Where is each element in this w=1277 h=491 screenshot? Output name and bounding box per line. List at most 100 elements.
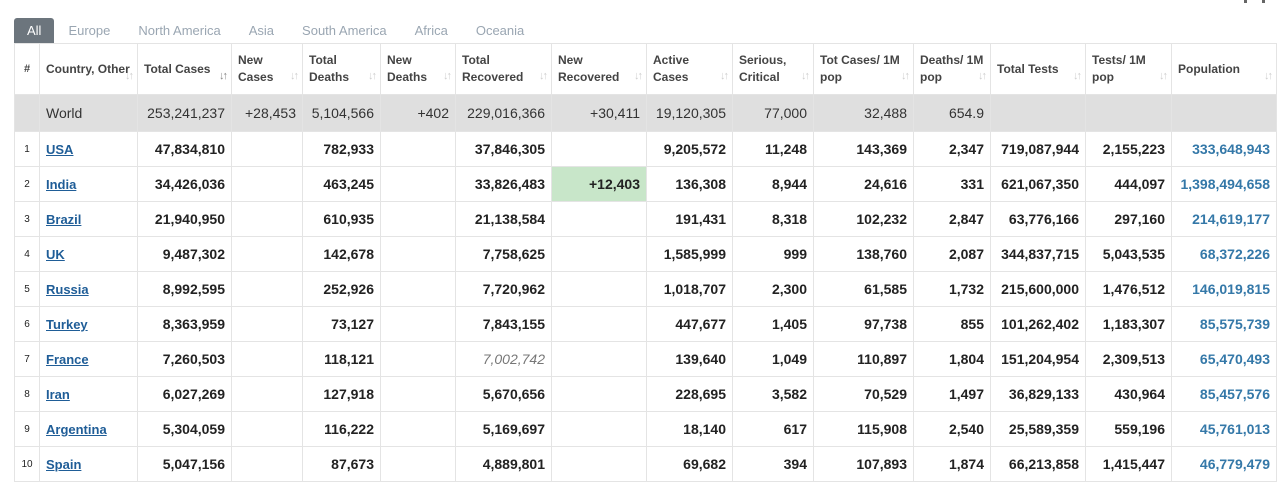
sort-icon[interactable]: ↓↑: [539, 68, 548, 85]
cell-deaths-per-1m: 2,847: [913, 201, 991, 237]
cell-country: Argentina: [39, 411, 138, 447]
column-header-population[interactable]: Population ↓↑: [1171, 43, 1277, 95]
country-link[interactable]: USA: [46, 142, 73, 157]
country-link[interactable]: UK: [46, 247, 65, 262]
column-header-total-deaths[interactable]: Total Deaths ↓↑: [302, 43, 381, 95]
sort-icon[interactable]: ↓↑: [125, 68, 134, 85]
country-link[interactable]: Brazil: [46, 212, 81, 227]
cell-population: 65,470,493: [1171, 341, 1277, 377]
cell-tests-per-1m: 2,155,223: [1085, 131, 1172, 167]
tab-all[interactable]: All: [14, 18, 55, 44]
cell-new-deaths: [380, 271, 456, 307]
cell-total-tests: 215,600,000: [990, 271, 1086, 307]
column-header-new-cases[interactable]: New Cases ↓↑: [231, 43, 303, 95]
cell-total-tests: [990, 94, 1086, 132]
tab-oceania[interactable]: Oceania: [462, 18, 538, 44]
cell-new-deaths: [380, 446, 456, 482]
country-link[interactable]: France: [46, 352, 89, 367]
cell-new-cases: [231, 376, 303, 412]
sort-icon[interactable]: ↓↑: [978, 68, 987, 85]
cell-deaths-per-1m: 654.9: [913, 94, 991, 132]
column-header-label: Active Cases: [653, 53, 690, 84]
cell-cases-per-1m: 110,897: [813, 341, 914, 377]
cell-new-deaths: [380, 306, 456, 342]
column-header-total-cases[interactable]: Total Cases ↓↑: [137, 43, 232, 95]
cell-serious: 11,248: [732, 131, 814, 167]
column-header-deaths-per-1m[interactable]: Deaths/ 1M pop ↓↑: [913, 43, 991, 95]
column-header-new-deaths[interactable]: New Deaths ↓↑: [380, 43, 456, 95]
column-header-tests-per-1m[interactable]: Tests/ 1M pop ↓↑: [1085, 43, 1172, 95]
cell-total-tests: 66,213,858: [990, 446, 1086, 482]
cell-new-recovered: [551, 376, 647, 412]
column-header-country[interactable]: Country, Other ↓↑: [39, 43, 138, 95]
cell-new-recovered: [551, 446, 647, 482]
world-total-row: World 253,241,237 +28,453 5,104,566 +402 229,…: [14, 94, 1277, 132]
tab-europe[interactable]: Europe: [54, 18, 124, 44]
cell-cases-per-1m: 70,529: [813, 376, 914, 412]
cell-active-cases: 18,140: [646, 411, 733, 447]
country-link[interactable]: Iran: [46, 387, 70, 402]
cell-country: Russia: [39, 271, 138, 307]
sort-icon[interactable]: ↓↑: [290, 68, 299, 85]
cell-total-deaths: 463,245: [302, 166, 381, 202]
tab-south-america[interactable]: South America: [288, 18, 401, 44]
table-header-row: # Country, Other ↓↑ Total Cases ↓↑ New Cases ↓…: [14, 43, 1277, 95]
sort-icon[interactable]: ↓↑: [801, 68, 810, 85]
cell-total-cases: 253,241,237: [137, 94, 232, 132]
column-header-new-recovered[interactable]: New Recovered ↓↑: [551, 43, 647, 95]
column-header-num[interactable]: #: [14, 43, 40, 95]
cell-total-cases: 5,304,059: [137, 411, 232, 447]
cell-new-recovered: +30,411: [551, 94, 647, 132]
cell-deaths-per-1m: 331: [913, 166, 991, 202]
cell-population: [1171, 94, 1277, 132]
column-header-total-recovered[interactable]: Total Recovered ↓↑: [455, 43, 552, 95]
sort-icon[interactable]: ↓↑: [443, 68, 452, 85]
tab-africa[interactable]: Africa: [401, 18, 462, 44]
country-link[interactable]: Argentina: [46, 422, 107, 437]
cell-cases-per-1m: 115,908: [813, 411, 914, 447]
cell-country: France: [39, 341, 138, 377]
cell-serious: 1,049: [732, 341, 814, 377]
sort-icon[interactable]: ↓↑: [901, 68, 910, 85]
cell-total-deaths: 127,918: [302, 376, 381, 412]
column-header-label: Population: [1178, 61, 1240, 76]
country-link[interactable]: Russia: [46, 282, 89, 297]
cell-total-recovered: 33,826,483: [455, 166, 552, 202]
country-link[interactable]: Turkey: [46, 317, 88, 332]
column-header-active-cases[interactable]: Active Cases ↓↑: [646, 43, 733, 95]
table-row: 3 Brazil 21,940,950 610,935 21,138,584 191,43…: [14, 201, 1277, 237]
country-link[interactable]: India: [46, 177, 76, 192]
sort-icon[interactable]: ↓↑: [1073, 68, 1082, 85]
cell-total-recovered: 4,889,801: [455, 446, 552, 482]
cell-active-cases: 9,205,572: [646, 131, 733, 167]
sort-icon[interactable]: ↓↑: [1264, 68, 1273, 85]
covid-stats-table: # Country, Other ↓↑ Total Cases ↓↑ New Cases ↓…: [14, 43, 1277, 482]
cell-total-recovered: 21,138,584: [455, 201, 552, 237]
sort-icon[interactable]: ↓↑: [368, 68, 377, 85]
sort-icon[interactable]: ↓↑: [720, 68, 729, 85]
cell-cases-per-1m: 24,616: [813, 166, 914, 202]
cell-new-deaths: [380, 411, 456, 447]
table-row: 6 Turkey 8,363,959 73,127 7,843,155 447,677 1,…: [14, 306, 1277, 342]
cell-new-cases: [231, 236, 303, 272]
cell-tests-per-1m: 1,183,307: [1085, 306, 1172, 342]
tab-north-america[interactable]: North America: [124, 18, 234, 44]
sort-icon[interactable]: ↓↑: [219, 68, 228, 85]
country-link[interactable]: Spain: [46, 457, 81, 472]
sort-icon[interactable]: ↓↑: [1159, 68, 1168, 85]
sort-icon[interactable]: ↓↑: [634, 68, 643, 85]
cell-total-deaths: 252,926: [302, 271, 381, 307]
cell-total-recovered: 37,846,305: [455, 131, 552, 167]
cell-new-deaths: [380, 236, 456, 272]
cell-new-deaths: [380, 166, 456, 202]
cell-total-recovered: 7,002,742: [455, 341, 552, 377]
cell-num: 10: [14, 446, 40, 482]
cell-total-deaths: 142,678: [302, 236, 381, 272]
column-header-cases-per-1m[interactable]: Tot Cases/ 1M pop ↓↑: [813, 43, 914, 95]
column-header-serious[interactable]: Serious, Critical ↓↑: [732, 43, 814, 95]
cell-num: 1: [14, 131, 40, 167]
tab-asia[interactable]: Asia: [235, 18, 288, 44]
column-header-total-tests[interactable]: Total Tests ↓↑: [990, 43, 1086, 95]
cell-total-recovered: 7,758,625: [455, 236, 552, 272]
column-header-label: Serious, Critical: [739, 53, 787, 84]
